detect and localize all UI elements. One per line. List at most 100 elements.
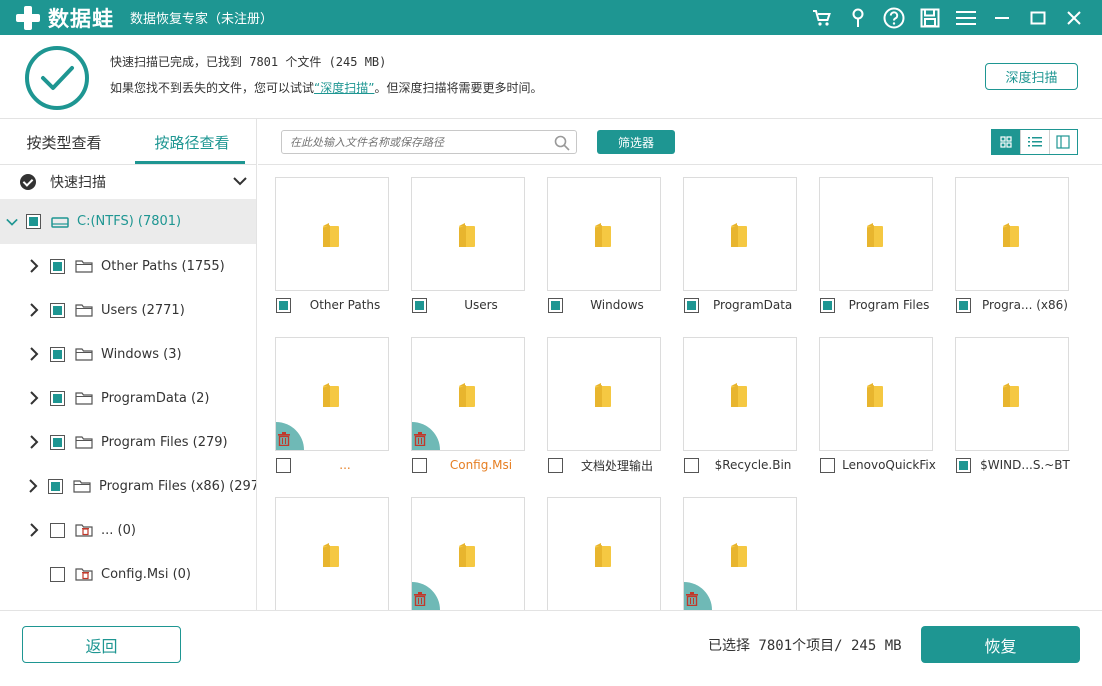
folder-tile[interactable]: Progra... (x86) (955, 177, 1069, 319)
folder-thumbnail[interactable] (275, 177, 389, 291)
folder-tile[interactable]: 文档处理输出 (547, 337, 661, 479)
chevron-right-icon[interactable] (28, 259, 40, 273)
folder-thumbnail[interactable] (683, 177, 797, 291)
folder-tile[interactable] (411, 497, 525, 610)
folder-tile[interactable] (683, 497, 797, 610)
save-icon[interactable] (912, 0, 948, 35)
chevron-right-icon[interactable] (28, 347, 40, 361)
folder-icon (75, 304, 93, 317)
filter-button[interactable]: 筛选器 (597, 130, 675, 154)
folder-thumbnail[interactable] (683, 337, 797, 451)
folder-thumbnail[interactable] (955, 337, 1069, 451)
tile-checkbox[interactable] (956, 298, 971, 313)
folder-tile[interactable]: Program Files (819, 177, 933, 319)
folder-tile[interactable]: LenovoQuickFix (819, 337, 936, 479)
chevron-down-icon[interactable] (232, 175, 248, 187)
chevron-right-icon[interactable] (28, 391, 40, 405)
tab-by-type[interactable]: 按类型查看 (0, 119, 128, 165)
folder-tile[interactable]: Windows (547, 177, 661, 319)
folder-thumbnail[interactable] (547, 337, 661, 451)
search-input[interactable] (290, 131, 540, 153)
chevron-right-icon[interactable] (28, 523, 40, 537)
folder-thumbnail[interactable] (411, 337, 525, 451)
folder-thumbnail[interactable] (275, 337, 389, 451)
tile-checkbox[interactable] (276, 458, 291, 473)
folder-tile[interactable] (547, 497, 661, 610)
chevron-right-icon[interactable] (28, 435, 40, 449)
drive-row[interactable]: C:(NTFS) (7801) (0, 199, 256, 244)
tile-checkbox[interactable] (684, 458, 699, 473)
logo-text: 数据蛙 (48, 6, 114, 31)
folder-thumbnail[interactable] (683, 497, 797, 610)
quick-scan-row[interactable]: 快速扫描 (0, 165, 256, 199)
tree-item[interactable]: Windows (3) (0, 332, 256, 376)
folder-thumbnail[interactable] (275, 497, 389, 610)
drive-checkbox[interactable] (26, 214, 41, 229)
search-icon[interactable] (554, 135, 570, 151)
tree-item[interactable]: Other Paths (1755) (0, 244, 256, 288)
folder-tile[interactable] (275, 497, 389, 610)
tile-checkbox[interactable] (684, 298, 699, 313)
folder-tile[interactable]: ... (275, 337, 389, 479)
folder-tile[interactable]: ProgramData (683, 177, 797, 319)
tile-checkbox[interactable] (548, 458, 563, 473)
tile-checkbox[interactable] (820, 458, 835, 473)
close-icon[interactable] (1056, 0, 1092, 35)
folder-thumbnail[interactable] (411, 497, 525, 610)
tree-item[interactable]: Program Files (x86) (2978 (0, 464, 256, 508)
tree-item[interactable]: Users (2771) (0, 288, 256, 332)
minimize-icon[interactable] (984, 0, 1020, 35)
folder-tile[interactable]: Config.Msi (411, 337, 525, 479)
chevron-right-icon[interactable] (28, 303, 40, 317)
list-view-icon[interactable] (1020, 130, 1049, 154)
help-icon[interactable] (876, 0, 912, 35)
tree-item-checkbox[interactable] (50, 302, 65, 318)
grid-view-icon[interactable] (992, 130, 1021, 154)
tree-item-checkbox[interactable] (50, 522, 65, 538)
preview-view-icon[interactable] (1048, 130, 1077, 154)
search-box[interactable] (281, 130, 577, 154)
folder-thumbnail[interactable] (547, 497, 661, 610)
tile-checkbox[interactable] (956, 458, 971, 473)
folder-thumbnail[interactable] (819, 337, 933, 451)
back-button[interactable]: 返回 (22, 626, 181, 663)
file-grid: Other Paths Users Windows ProgramData Progra… (258, 165, 1102, 610)
tile-checkbox[interactable] (548, 298, 563, 313)
chevron-right-icon[interactable] (28, 479, 38, 493)
tree-item-checkbox[interactable] (50, 566, 65, 582)
tile-checkbox[interactable] (276, 298, 291, 313)
maximize-icon[interactable] (1020, 0, 1056, 35)
folder-tile[interactable]: $Recycle.Bin (683, 337, 797, 479)
folder-thumbnail[interactable] (411, 177, 525, 291)
folder-thumbnail[interactable] (547, 177, 661, 291)
menu-icon[interactable] (948, 0, 984, 35)
folder-thumbnail[interactable] (819, 177, 933, 291)
tree-item-checkbox[interactable] (50, 434, 65, 450)
tree-item[interactable]: Config.Msi (0) (0, 552, 256, 596)
tile-checkbox[interactable] (412, 458, 427, 473)
tree-item-checkbox[interactable] (50, 390, 65, 406)
tree-item[interactable]: ProgramData (2) (0, 376, 256, 420)
tile-name: $WIND...S.~BT (980, 458, 1070, 472)
cart-icon[interactable] (804, 0, 840, 35)
tile-checkbox[interactable] (412, 298, 427, 313)
tab-by-path[interactable]: 按路径查看 (128, 119, 256, 165)
trash-icon (278, 432, 290, 446)
tree-item-checkbox[interactable] (50, 258, 65, 274)
deep-scan-button[interactable]: 深度扫描 (985, 63, 1078, 90)
folder-tile[interactable]: $WIND...S.~BT (955, 337, 1070, 479)
tree-item-checkbox[interactable] (48, 478, 63, 494)
deep-scan-link[interactable]: “深度扫描” (314, 81, 374, 95)
recover-button[interactable]: 恢复 (921, 626, 1080, 663)
pin-icon[interactable] (840, 0, 876, 35)
folder-thumbnail[interactable] (955, 177, 1069, 291)
tree-item[interactable]: ... (0) (0, 508, 256, 552)
tile-name: LenovoQuickFix (842, 458, 936, 472)
tree-item-checkbox[interactable] (50, 346, 65, 362)
tree-item[interactable]: Program Files (279) (0, 420, 256, 464)
folder-tile[interactable]: Users (411, 177, 525, 319)
folder-icon (73, 480, 91, 493)
chevron-down-icon[interactable] (6, 215, 18, 229)
tile-checkbox[interactable] (820, 298, 835, 313)
folder-tile[interactable]: Other Paths (275, 177, 389, 319)
